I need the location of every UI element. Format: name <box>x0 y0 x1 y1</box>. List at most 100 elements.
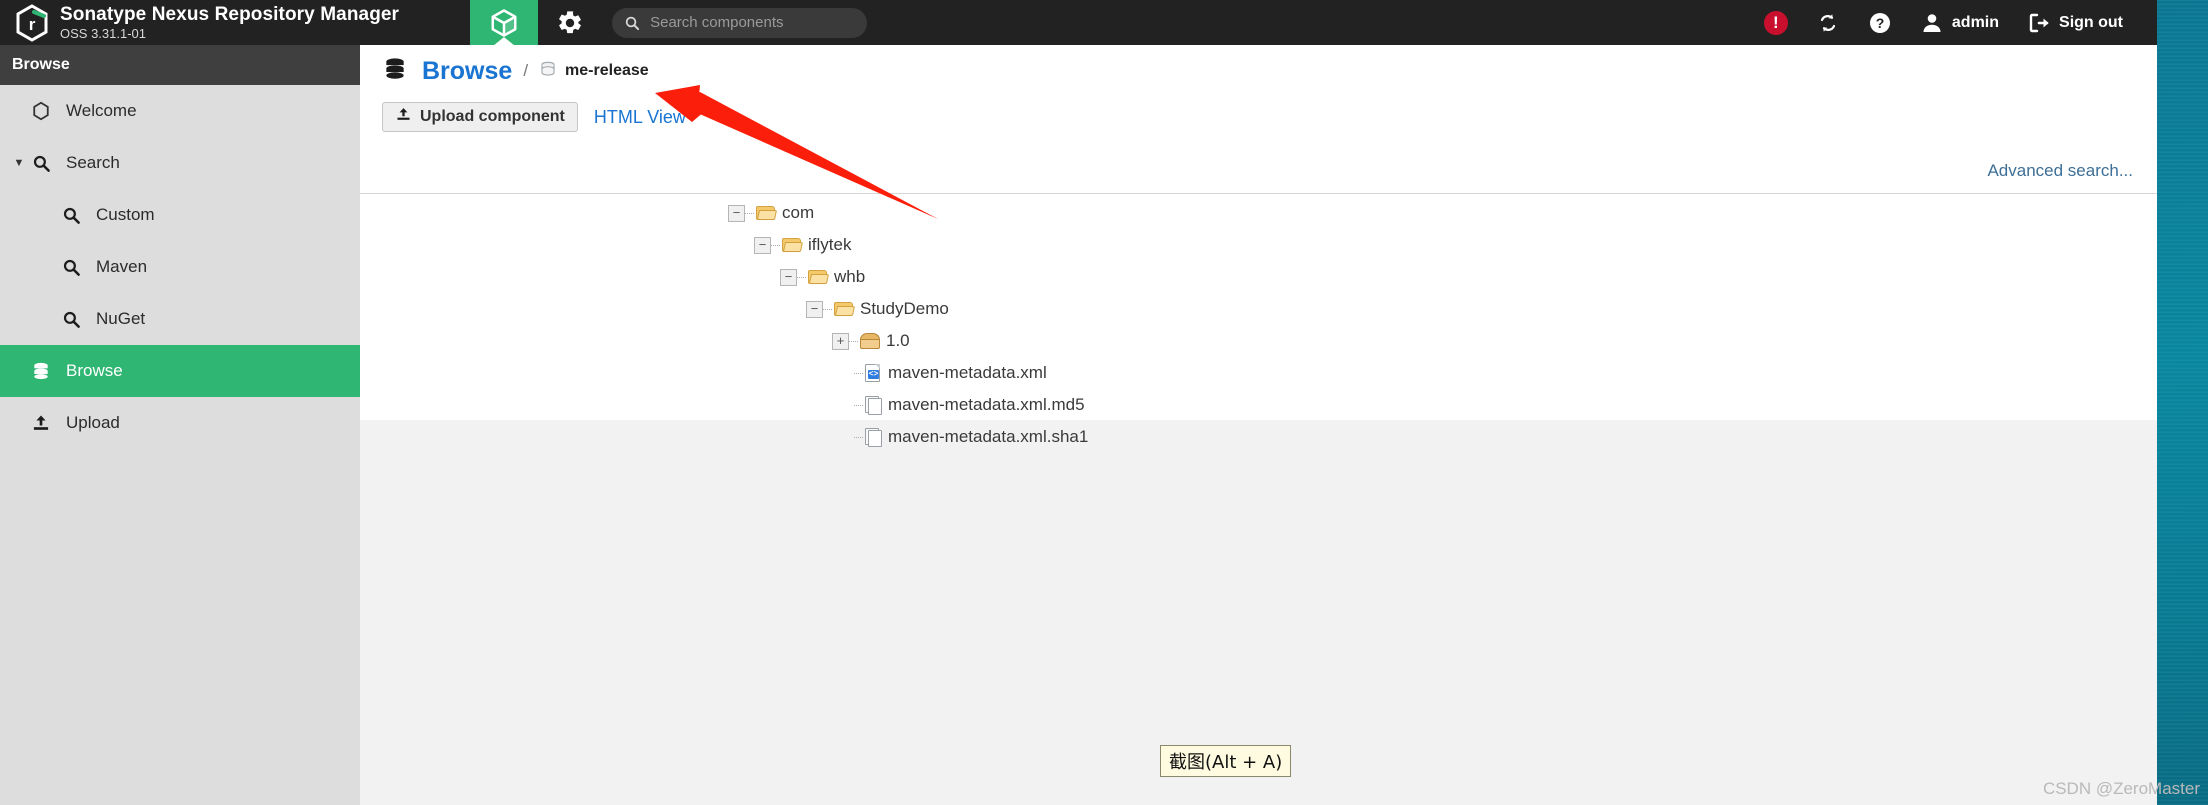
sidebar-item-search[interactable]: ▼ Search <box>0 137 360 189</box>
advanced-search-link[interactable]: Advanced search... <box>1987 161 2133 181</box>
sign-out-icon <box>2029 13 2049 32</box>
tree-label[interactable]: maven-metadata.xml.sha1 <box>888 427 1088 447</box>
file-icon <box>865 395 882 415</box>
chevron-down-icon: ▼ <box>13 157 25 169</box>
tree-connector <box>745 212 754 214</box>
tree-row[interactable]: − StudyDemo <box>360 293 2157 325</box>
tree-row[interactable]: maven-metadata.xml.md5 <box>360 389 2157 421</box>
tree-toggle <box>837 397 854 414</box>
package-icon <box>860 333 880 349</box>
tree-toggle[interactable]: − <box>806 300 823 318</box>
upload-component-button[interactable]: Upload component <box>382 102 578 132</box>
tree-toggle <box>837 429 854 446</box>
sidebar: Browse Welcome ▼ Search Custom Maven NuG… <box>0 45 360 805</box>
tree-label[interactable]: maven-metadata.xml <box>888 363 1047 383</box>
html-view-link[interactable]: HTML View <box>594 107 686 128</box>
global-search[interactable] <box>612 7 867 38</box>
tree-row[interactable]: − com <box>360 197 2157 229</box>
gear-icon <box>559 10 581 33</box>
tree-label[interactable]: StudyDemo <box>860 299 949 319</box>
tree-row[interactable]: + 1.0 <box>360 325 2157 357</box>
settings-tab[interactable] <box>538 0 602 45</box>
search-icon <box>58 206 84 225</box>
sidebar-item-label: Upload <box>66 413 120 432</box>
search-icon <box>625 16 640 30</box>
user-menu[interactable]: admin <box>1906 0 2013 45</box>
watermark: CSDN @ZeroMaster <box>2042 779 2200 798</box>
brand-title: Sonatype Nexus Repository Manager <box>60 4 400 26</box>
search-icon <box>58 310 84 329</box>
tree-label[interactable]: whb <box>834 267 865 287</box>
panel-toolbar: Upload component HTML View <box>360 97 2157 137</box>
folder-icon <box>782 237 804 253</box>
alerts-button[interactable]: ! <box>1750 0 1802 45</box>
tree-row[interactable]: − iflytek <box>360 229 2157 261</box>
file-icon <box>865 427 882 447</box>
sign-out-label: Sign out <box>2059 13 2123 31</box>
tree-toggle[interactable]: − <box>754 236 771 254</box>
upload-icon <box>28 413 54 433</box>
nexus-repository-manager-window: r Sonatype Nexus Repository Manager OSS … <box>0 0 2157 805</box>
tree-connector <box>854 372 863 374</box>
sidebar-item-label: NuGet <box>96 309 146 328</box>
tree-row[interactable]: − whb <box>360 261 2157 293</box>
breadcrumb-root[interactable]: Browse <box>422 57 512 86</box>
sidebar-item-welcome[interactable]: Welcome <box>0 85 360 137</box>
folder-icon <box>756 205 778 221</box>
upload-component-label: Upload component <box>420 108 565 125</box>
repository-icon <box>539 60 557 83</box>
xml-file-icon: <> <box>865 363 882 383</box>
user-label: admin <box>1951 13 2000 31</box>
browse-panel: Browse / me-release Upload component HTM… <box>360 45 2157 447</box>
sidebar-item-browse[interactable]: Browse <box>0 345 360 397</box>
sidebar-item-label: Browse <box>66 361 123 380</box>
breadcrumb-leaf[interactable]: me-release <box>565 62 649 80</box>
screenshot-tooltip[interactable]: 截图(Alt + A) <box>1160 745 1292 777</box>
tree-connector <box>854 404 863 406</box>
header-actions: ! ? admin Sign out <box>1750 0 2157 45</box>
tree-toggle <box>837 365 854 382</box>
svg-text:?: ? <box>1876 15 1885 31</box>
component-tree: − com − iflytek − whb − StudyDemo + 1.0 … <box>360 197 2157 453</box>
breadcrumb: Browse / me-release <box>360 45 2157 97</box>
user-avatar-icon <box>1923 13 1941 32</box>
brand-block[interactable]: r Sonatype Nexus Repository Manager OSS … <box>0 3 470 43</box>
sidebar-item-nuget[interactable]: NuGet <box>0 293 360 345</box>
sidebar-item-label: Maven <box>96 257 148 276</box>
tree-label[interactable]: 1.0 <box>886 331 910 351</box>
browse-tab[interactable] <box>470 0 538 46</box>
sidebar-item-maven[interactable]: Maven <box>0 241 360 293</box>
main-content: Browse / me-release Upload component HTM… <box>360 45 2157 805</box>
tree-connector <box>823 308 832 310</box>
app-body: Browse Welcome ▼ Search Custom Maven NuG… <box>0 45 2157 805</box>
alert-exclamation-icon: ! <box>1763 10 1788 35</box>
sidebar-item-label: Search <box>66 153 120 172</box>
panel-divider <box>360 193 2157 194</box>
tree-connector <box>771 244 780 246</box>
refresh-button[interactable] <box>1802 0 1854 45</box>
sign-out-button[interactable]: Sign out <box>2013 0 2137 45</box>
search-input[interactable] <box>648 13 855 32</box>
tree-toggle[interactable]: + <box>832 332 849 350</box>
sidebar-header: Browse <box>0 45 360 85</box>
tree-toggle[interactable]: − <box>780 268 797 286</box>
database-icon <box>382 56 408 87</box>
nexus-hexagon-logo: r <box>14 3 50 43</box>
sidebar-item-upload[interactable]: Upload <box>0 397 360 449</box>
tree-row[interactable]: maven-metadata.xml.sha1 <box>360 421 2157 453</box>
tree-label[interactable]: com <box>782 203 814 223</box>
database-icon <box>28 361 54 381</box>
brand-version: OSS 3.31.1-01 <box>60 25 146 41</box>
help-button[interactable]: ? <box>1854 0 1906 45</box>
sidebar-item-custom[interactable]: Custom <box>0 189 360 241</box>
cube-icon <box>491 8 517 37</box>
search-icon <box>58 258 84 277</box>
app-header: r Sonatype Nexus Repository Manager OSS … <box>0 0 2157 46</box>
tree-row[interactable]: <> maven-metadata.xml <box>360 357 2157 389</box>
svg-text:r: r <box>29 15 36 34</box>
tree-connector <box>854 436 863 438</box>
tree-toggle[interactable]: − <box>728 204 745 222</box>
upload-icon <box>395 106 412 128</box>
tree-label[interactable]: maven-metadata.xml.md5 <box>888 395 1085 415</box>
tree-label[interactable]: iflytek <box>808 235 851 255</box>
